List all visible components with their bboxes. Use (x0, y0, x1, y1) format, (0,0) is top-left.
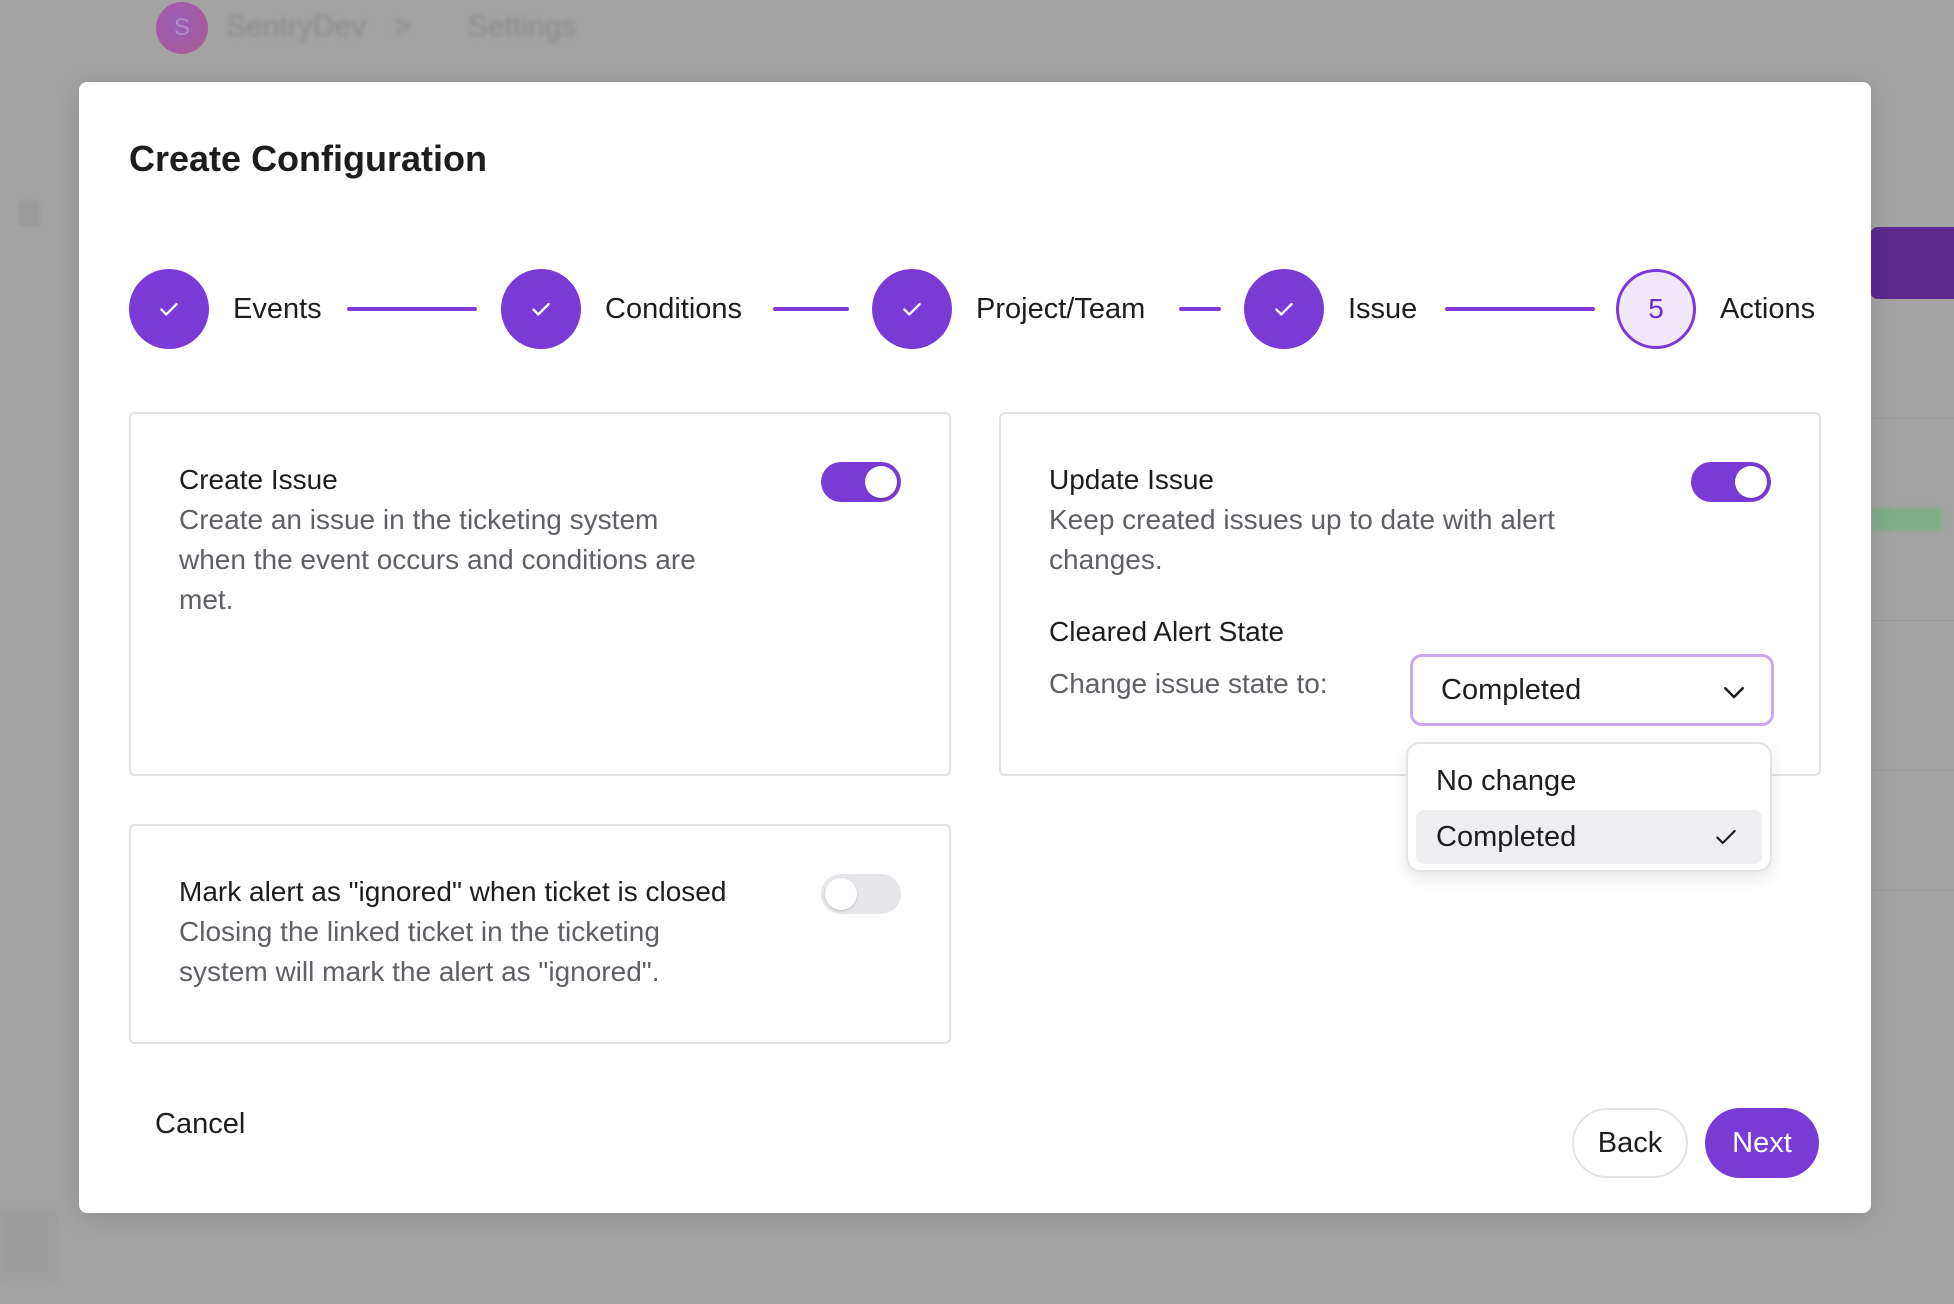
toggle-knob (825, 878, 857, 910)
mark-ignored-toggle[interactable] (821, 874, 901, 914)
update-issue-description: Keep created issues up to date with aler… (1049, 504, 1555, 575)
toggle-knob (865, 466, 897, 498)
check-icon (1716, 829, 1736, 845)
cancel-button[interactable]: Cancel (155, 1108, 245, 1141)
issue-state-select[interactable]: Completed (1410, 654, 1774, 726)
back-button[interactable]: Back (1572, 1108, 1688, 1178)
step-label: Events (233, 292, 322, 325)
step-project-team[interactable]: Project/Team (872, 269, 1145, 349)
mark-ignored-title: Mark alert as "ignored" when ticket is c… (179, 876, 727, 907)
mark-ignored-card: Mark alert as "ignored" when ticket is c… (129, 824, 951, 1044)
cleared-alert-state-label: Cleared Alert State (1049, 616, 1285, 647)
background-divider (1870, 620, 1954, 621)
background-status-badge (1872, 508, 1942, 530)
step-label: Issue (1348, 292, 1418, 325)
background-divider (1870, 890, 1954, 891)
option-label: Completed (1436, 821, 1577, 853)
step-label: Project/Team (976, 292, 1146, 325)
create-configuration-modal: Create Configuration Events Conditions P… (79, 82, 1871, 1213)
create-issue-toggle[interactable] (821, 462, 901, 502)
mark-ignored-description: Closing the linked ticket in the ticketi… (179, 916, 660, 987)
step-complete-circle (872, 269, 952, 349)
dropdown-option-no-change[interactable]: No change (1416, 754, 1762, 808)
step-label: Conditions (605, 292, 743, 325)
step-complete-circle (129, 269, 209, 349)
org-avatar: S (156, 2, 208, 54)
breadcrumb-separator: > (394, 10, 412, 43)
step-events[interactable]: Events (129, 269, 322, 349)
stepper: Events Conditions Project/Team Issue 5 A… (129, 269, 1821, 349)
dropdown-option-completed[interactable]: Completed (1416, 810, 1762, 864)
breadcrumb-page: Settings (468, 10, 577, 43)
step-connector (1179, 307, 1221, 311)
breadcrumb-org: SentryDev (226, 10, 367, 43)
background-topbar: S SentryDev > Settings (0, 0, 1954, 60)
update-issue-toggle[interactable] (1691, 462, 1771, 502)
step-complete-circle (501, 269, 581, 349)
step-current-circle: 5 (1616, 269, 1696, 349)
check-icon (903, 302, 921, 316)
chevron-down-icon (1724, 687, 1744, 699)
select-value: Completed (1441, 674, 1582, 706)
create-issue-card: Create Issue Create an issue in the tick… (129, 412, 951, 776)
create-issue-description: Create an issue in the ticketing system … (179, 504, 696, 615)
sidebar-icon (18, 200, 40, 226)
update-issue-title: Update Issue (1049, 464, 1214, 495)
step-conditions[interactable]: Conditions (501, 269, 742, 349)
background-primary-button (1870, 227, 1954, 299)
background-divider (1870, 418, 1954, 419)
check-icon (160, 302, 178, 316)
modal-title: Create Configuration (129, 138, 488, 179)
create-issue-title: Create Issue (179, 464, 338, 495)
next-button[interactable]: Next (1705, 1108, 1819, 1178)
step-number: 5 (1648, 293, 1664, 324)
toggle-knob (1735, 466, 1767, 498)
change-state-label: Change issue state to: (1049, 668, 1328, 699)
step-issue[interactable]: Issue (1244, 269, 1417, 349)
check-icon (532, 302, 550, 316)
issue-state-dropdown: No change Completed (1406, 742, 1772, 872)
step-connector (773, 307, 849, 311)
check-icon (1275, 302, 1293, 316)
step-connector (1445, 307, 1595, 311)
step-actions[interactable]: 5 Actions (1616, 269, 1815, 349)
step-connector (347, 307, 477, 311)
step-complete-circle (1244, 269, 1324, 349)
sidebar-footer (0, 1210, 58, 1280)
step-label: Actions (1720, 292, 1816, 325)
background-divider (1870, 770, 1954, 771)
